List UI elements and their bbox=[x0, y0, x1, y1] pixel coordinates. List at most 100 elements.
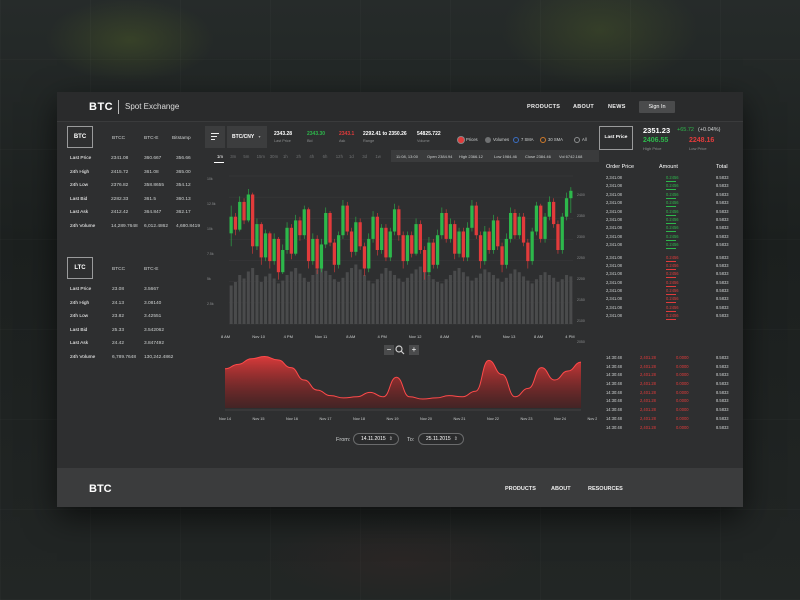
order-row[interactable]: 2,341.08 0.2456 8.5833 bbox=[604, 224, 734, 233]
order-price: 2,341.08 bbox=[606, 200, 622, 206]
menu-button[interactable] bbox=[205, 126, 225, 148]
order-row[interactable]: 2,341.08 0.2456 8.5833 bbox=[604, 174, 734, 182]
order-row[interactable]: 2,341.08 0.2456 8.5833 bbox=[604, 216, 734, 224]
x-tick-label: Nov 17 bbox=[320, 417, 332, 421]
pair-selector[interactable]: BTC/CNY ▾ bbox=[227, 126, 267, 148]
legend-7sma[interactable]: 7 SMA bbox=[513, 137, 534, 143]
order-row[interactable]: 2,341.08 0.2456 8.5833 bbox=[604, 254, 734, 262]
timeframe-tab-5m[interactable]: 5m bbox=[243, 154, 249, 159]
volume-bar bbox=[393, 275, 397, 324]
candle-body bbox=[306, 209, 311, 262]
order-row[interactable]: 2,341.08 0.2456 8.5833 bbox=[604, 270, 734, 279]
candlestick-chart[interactable]: 10k 12.5k 10k 7.5k 5k 2.5k 2400 2350 2300 2250 220… bbox=[205, 172, 597, 348]
candle-body bbox=[319, 244, 324, 269]
order-total: 8.5833 bbox=[716, 208, 729, 214]
timeframe-tab-6h[interactable]: 6h bbox=[323, 154, 328, 159]
order-row[interactable]: 2,341.08 0.2456 8.5833 bbox=[604, 233, 734, 241]
ltc-badge[interactable]: LTC bbox=[67, 257, 93, 279]
candle-body bbox=[530, 231, 534, 262]
timeframe-tab-1w[interactable]: 1w bbox=[375, 154, 381, 159]
order-row[interactable]: 2,341.08 0.2456 8.5833 bbox=[604, 312, 734, 321]
x-tick-label: Nov 23 bbox=[521, 417, 533, 421]
volume-bar bbox=[233, 282, 237, 324]
order-row[interactable]: 2,341.08 0.2456 8.5833 bbox=[604, 287, 734, 296]
volume-bar bbox=[397, 278, 401, 324]
candle-body bbox=[517, 216, 521, 236]
volume-bar bbox=[405, 277, 409, 324]
order-row[interactable]: 2,341.08 0.2456 8.5833 bbox=[604, 241, 734, 250]
legend-all[interactable]: All bbox=[574, 137, 587, 143]
x-tick-label: Nov 16 bbox=[286, 417, 298, 421]
volume-bar bbox=[375, 279, 379, 324]
trade-t: 8.5833 bbox=[716, 415, 729, 421]
order-row[interactable]: 2,341.08 0.2456 8.5833 bbox=[604, 304, 734, 312]
candle-body bbox=[466, 227, 470, 258]
candle-body bbox=[371, 216, 375, 239]
order-price: 2,341.08 bbox=[606, 254, 622, 260]
order-row[interactable]: 2,341.08 0.2456 8.5833 bbox=[604, 279, 734, 287]
ticker-value: 2376.82 bbox=[111, 183, 129, 189]
order-row[interactable]: 2,341.08 0.2456 8.5833 bbox=[604, 182, 734, 191]
ticker-value: 14,289.7648 bbox=[111, 223, 138, 229]
footer-nav-about[interactable]: ABOUT bbox=[551, 486, 571, 492]
ticker-row: Last Bid 25.33 3.542062 bbox=[62, 324, 197, 338]
order-price: 2,341.08 bbox=[606, 175, 622, 180]
order-price: 2,341.08 bbox=[606, 279, 622, 285]
nav-products[interactable]: PRODUCTS bbox=[527, 104, 560, 110]
to-date-picker[interactable]: 25.11.2015 ⇕ bbox=[418, 433, 464, 445]
last-price-button[interactable]: Last Price bbox=[599, 126, 633, 150]
order-row[interactable]: 2,341.08 0.2456 8.5833 bbox=[604, 262, 734, 270]
timeframe-tab-3m[interactable]: 3m bbox=[230, 154, 236, 159]
order-row[interactable]: 2,341.08 0.2456 8.5833 bbox=[604, 295, 734, 304]
order-row[interactable]: 2,341.08 0.2456 8.5833 bbox=[604, 208, 734, 216]
timeframe-tab-30m[interactable]: 30m bbox=[270, 154, 278, 159]
timeframe-tab-4h[interactable]: 4h bbox=[309, 154, 314, 159]
candle-body bbox=[569, 190, 573, 199]
volume-bar bbox=[526, 280, 530, 324]
stepper-icon: ⇕ bbox=[453, 436, 458, 442]
nav-news[interactable]: NEWS bbox=[608, 104, 626, 110]
stat-ask: 2343.1 Ask bbox=[339, 131, 355, 143]
sign-in-button[interactable]: Sign In bbox=[639, 101, 675, 113]
stat-volume: 54825.722 Volume bbox=[417, 131, 441, 143]
timeframe-tab-1d[interactable]: 1d bbox=[349, 154, 354, 159]
ticker-row: 24h Low 2376.82 358.8655 354.12 bbox=[62, 179, 197, 193]
trade-t: 8.5833 bbox=[716, 424, 729, 430]
legend-30sma[interactable]: 30 SMA bbox=[540, 137, 563, 143]
x-tick-label: 4 PM bbox=[471, 334, 480, 339]
ticker-value: 6,789.7648 bbox=[112, 354, 137, 360]
trade-price: 2,401.28 bbox=[640, 407, 656, 413]
order-row[interactable]: 2,341.08 0.2456 8.5833 bbox=[604, 191, 734, 199]
btc-badge[interactable]: BTC bbox=[67, 126, 93, 148]
order-amount: 0.2456 bbox=[666, 200, 679, 206]
legend-prices[interactable]: Prices bbox=[458, 137, 478, 143]
footer-nav-products[interactable]: PRODUCTS bbox=[505, 486, 536, 492]
trade-time: 14:30:48 bbox=[606, 398, 622, 404]
range-area-chart[interactable]: Nov 14 Nov 15 Nov 16 Nov 17 Nov 18 Nov 19 Nov … bbox=[205, 348, 597, 432]
order-row[interactable]: 2,341.08 0.2456 8.5833 bbox=[604, 199, 734, 208]
timeframe-tab-1m[interactable]: 1m bbox=[217, 154, 223, 159]
candle-body bbox=[367, 238, 371, 269]
candle-body bbox=[513, 213, 517, 236]
order-book: Order Price Amount Total 2,341.08 0.2456 8… bbox=[604, 164, 734, 321]
order-price: 2,341.08 bbox=[606, 208, 622, 214]
candle-body bbox=[276, 238, 281, 273]
timeframe-tab-15m[interactable]: 15m bbox=[257, 154, 265, 159]
trade-price: 2,401.28 bbox=[640, 398, 656, 404]
timeframe-tab-3d[interactable]: 3d bbox=[362, 154, 367, 159]
footer-nav-resources[interactable]: RESOURCES bbox=[588, 486, 623, 492]
volume-bar bbox=[522, 276, 526, 324]
timeframe-tab-2h[interactable]: 2h bbox=[296, 154, 301, 159]
timeframe-tab-12h[interactable]: 12h bbox=[336, 154, 343, 159]
order-price: 2,341.08 bbox=[606, 242, 622, 248]
nav-about[interactable]: ABOUT bbox=[573, 104, 594, 110]
trade-amt: 0.0000 bbox=[676, 415, 689, 421]
btc-ticker-table: BTC BTCC BTC-E Bitstamp Last Price 2341.0… bbox=[62, 126, 200, 234]
x-tick-label: Nov 21 bbox=[454, 417, 466, 421]
trade-time: 14:30:48 bbox=[606, 389, 622, 395]
timeframe-tab-1h[interactable]: 1h bbox=[283, 154, 288, 159]
volume-bar bbox=[414, 269, 418, 324]
legend-volumes[interactable]: Volumes bbox=[485, 137, 509, 143]
ticker-value: 3.5667 bbox=[144, 287, 159, 292]
from-date-picker[interactable]: 14.11.2015 ⇕ bbox=[353, 433, 399, 445]
